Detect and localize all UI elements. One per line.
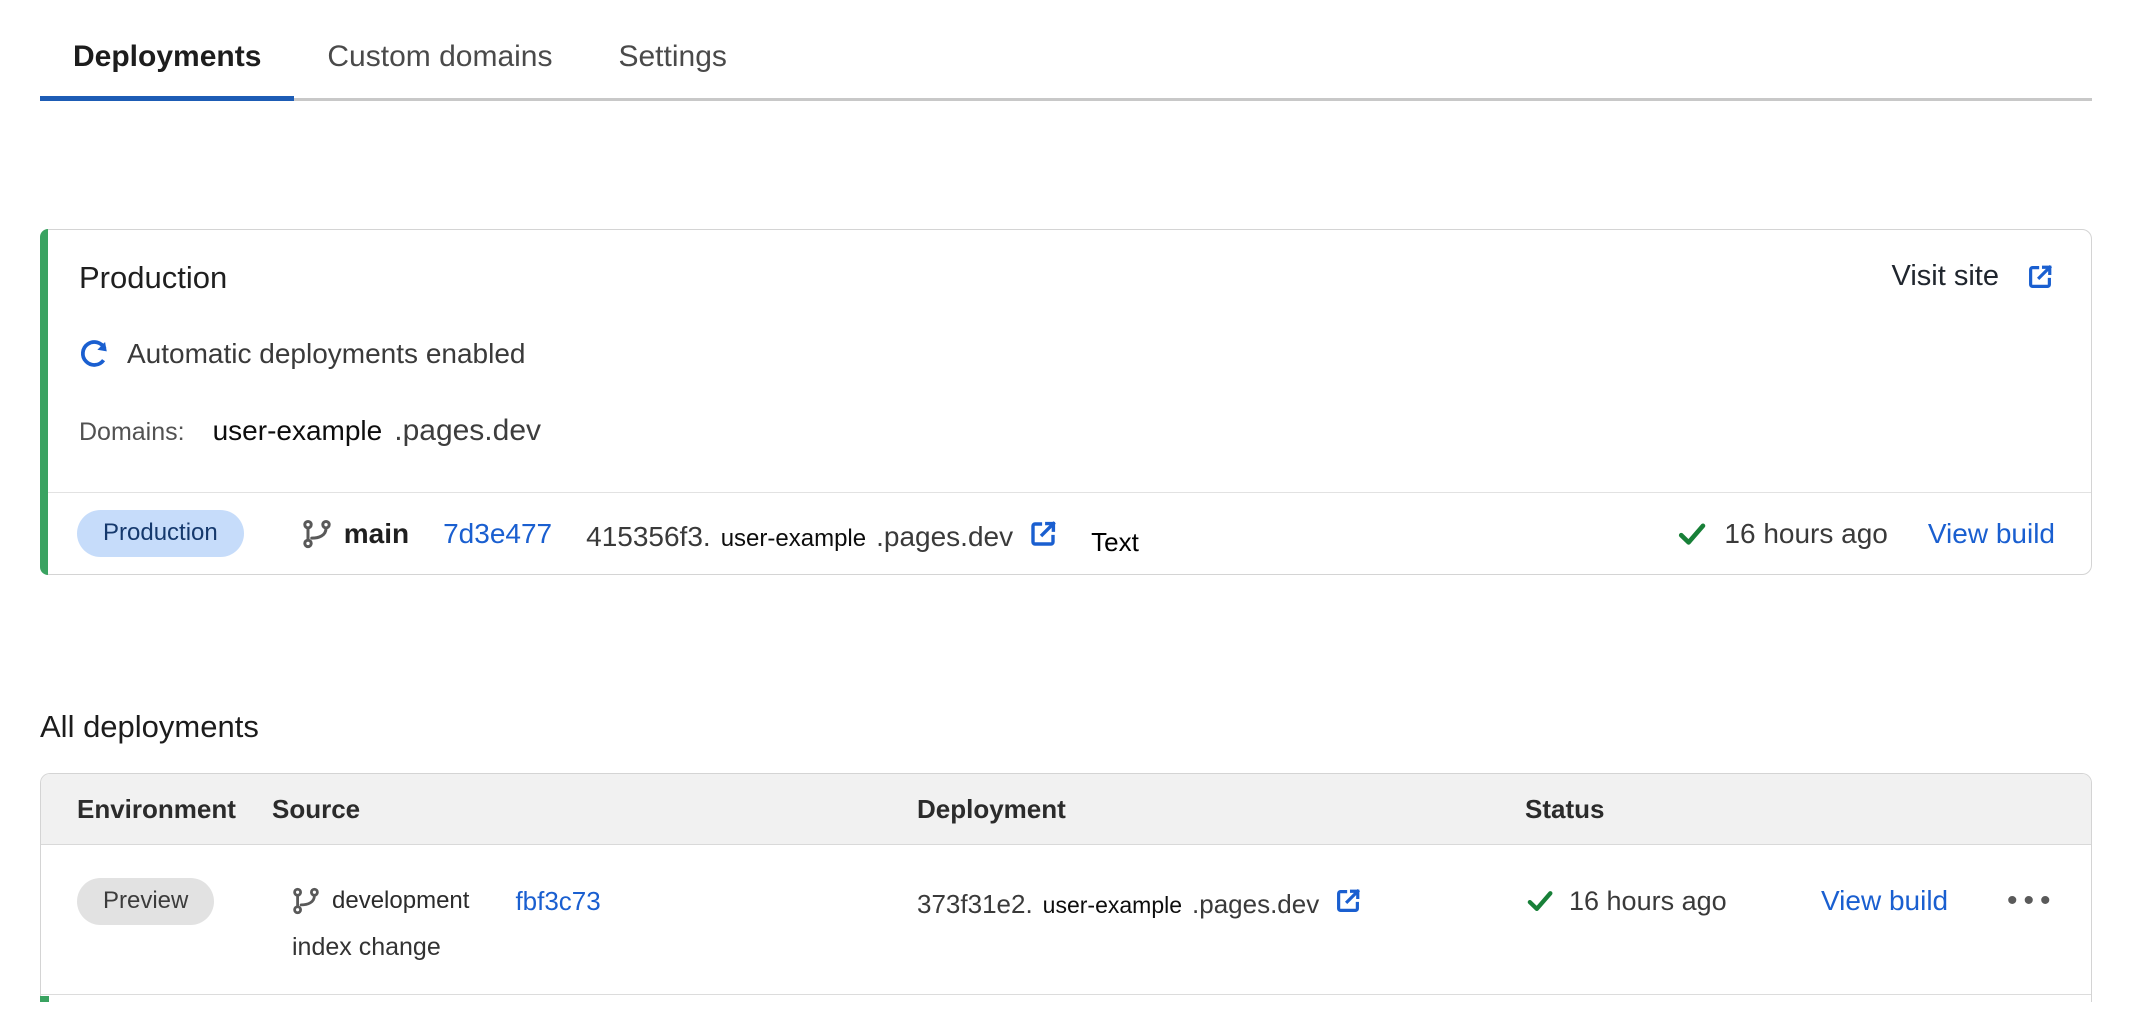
commit-message: index change xyxy=(292,933,917,962)
deployment-time: 16 hours ago xyxy=(1724,518,1887,550)
production-deployment-row: Production main 7d3e477 415356f3. user-e… xyxy=(41,492,2091,574)
column-header-environment: Environment xyxy=(77,794,272,825)
commit-link[interactable]: 7d3e477 xyxy=(443,518,552,550)
view-build-link[interactable]: View build xyxy=(1928,518,2055,550)
deployment-url-link[interactable]: 373f31e2. user-example .pages.dev xyxy=(917,883,1363,920)
production-card-title: Production xyxy=(79,260,227,296)
domain-name: user-example xyxy=(213,415,383,447)
all-deployments-title: All deployments xyxy=(40,709,2092,745)
production-indicator-stripe xyxy=(40,996,49,1002)
tab-deployments[interactable]: Deployments xyxy=(40,34,294,98)
deployment-url-suffix: .pages.dev xyxy=(876,521,1013,553)
success-check-icon xyxy=(1676,518,1708,550)
deployment-url-prefix: 415356f3. xyxy=(586,521,711,553)
deployment-url-domain: user-example xyxy=(1043,892,1182,919)
deployment-url-prefix: 373f31e2. xyxy=(917,889,1033,920)
tab-custom-domains[interactable]: Custom domains xyxy=(294,34,585,98)
table-row: Preview development fbf3c73 xyxy=(41,845,2091,995)
branch-name: main xyxy=(344,518,409,550)
visit-site-link[interactable]: Visit site xyxy=(1892,260,2055,293)
deployment-url-link[interactable]: 415356f3. user-example .pages.dev xyxy=(586,514,1059,553)
external-link-icon xyxy=(1027,518,1059,550)
tab-bar: Deployments Custom domains Settings xyxy=(40,0,2092,101)
status-cell: 16 hours ago xyxy=(1525,877,1821,925)
view-build-link[interactable]: View build xyxy=(1821,885,1948,917)
table-header-row: Environment Source Deployment Status xyxy=(41,774,2091,845)
branch-name: development xyxy=(332,887,469,915)
next-row-peek xyxy=(41,995,2091,1002)
row-menu-icon[interactable]: ••• xyxy=(2007,877,2057,925)
deployment-url-domain: user-example xyxy=(721,525,866,553)
view-build-cell: View build xyxy=(1821,877,2007,925)
environment-cell: Preview xyxy=(77,877,272,925)
production-indicator-stripe xyxy=(40,229,48,575)
auto-deploy-text: Automatic deployments enabled xyxy=(127,338,525,370)
external-link-icon xyxy=(2025,262,2055,292)
deployment-url-suffix: .pages.dev xyxy=(1192,889,1319,920)
deployments-page: Deployments Custom domains Settings Prod… xyxy=(0,0,2132,1012)
environment-badge: Preview xyxy=(77,878,214,925)
column-header-status: Status xyxy=(1525,794,2055,825)
production-card: Production Visit site xyxy=(40,229,2092,575)
deployment-cell: 373f31e2. user-example .pages.dev xyxy=(917,877,1525,925)
commit-link[interactable]: fbf3c73 xyxy=(515,886,600,917)
deployments-table: Environment Source Deployment Status Pre… xyxy=(40,773,2092,1002)
row-note: Text xyxy=(1091,527,1139,558)
domain-suffix: .pages.dev xyxy=(394,414,541,448)
menu-cell: ••• xyxy=(2007,877,2057,925)
domains-label: Domains: xyxy=(79,418,185,447)
source-cell: development fbf3c73 index change xyxy=(272,877,917,962)
git-branch-icon xyxy=(302,519,332,549)
column-header-source: Source xyxy=(272,794,917,825)
git-branch-icon xyxy=(292,887,320,915)
deployment-time: 16 hours ago xyxy=(1569,886,1727,917)
auto-deploy-refresh-icon xyxy=(79,339,109,369)
environment-badge: Production xyxy=(77,510,244,557)
visit-site-label: Visit site xyxy=(1892,260,1999,293)
external-link-icon xyxy=(1333,886,1363,916)
success-check-icon xyxy=(1525,886,1555,916)
column-header-deployment: Deployment xyxy=(917,794,1525,825)
tab-settings[interactable]: Settings xyxy=(585,34,759,98)
